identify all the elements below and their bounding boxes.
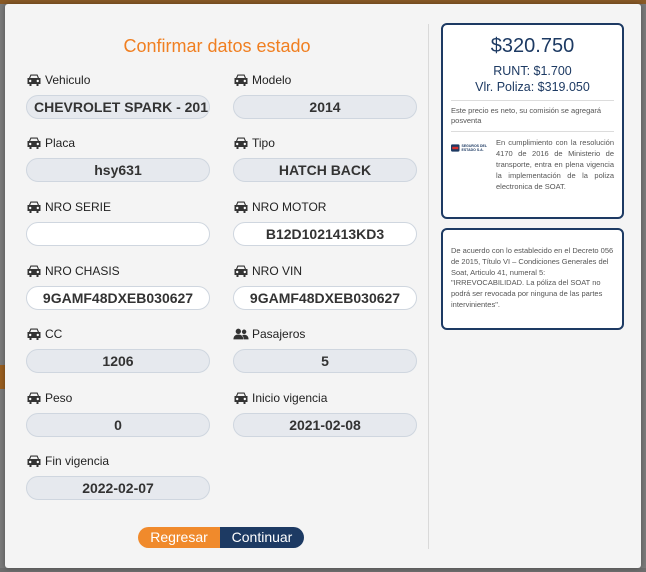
total-price: $320.750 (490, 35, 575, 57)
car-icon (27, 392, 41, 404)
action-buttons: Regresar Continuar (138, 527, 304, 548)
field-peso: Peso 0 (26, 390, 210, 437)
fin-vigencia-input[interactable]: 2022-02-07 (26, 476, 210, 500)
car-icon (234, 137, 248, 149)
modal-title: Confirmar datos estado (123, 36, 311, 56)
field-vehiculo: Vehiculo CHEVROLET SPARK - 201 (26, 72, 210, 119)
field-modelo: Modelo 2014 (233, 72, 417, 119)
car-icon (234, 201, 248, 213)
field-label: NRO MOTOR (252, 200, 327, 214)
field-label: Tipo (252, 136, 275, 150)
car-icon (27, 201, 41, 213)
field-inicio-vigencia: Inicio vigencia 2021-02-08 (233, 390, 417, 437)
field-nro-chasis: NRO CHASIS 9GAMF48DXEB030627 (26, 263, 210, 310)
background-bottom (0, 568, 646, 572)
field-placa: Placa hsy631 (26, 135, 210, 182)
modelo-input[interactable]: 2014 (233, 95, 417, 119)
continuar-button[interactable]: Continuar (220, 527, 304, 548)
pane-divider (428, 24, 429, 549)
field-label: Pasajeros (252, 327, 306, 341)
legal-notice-text: De acuerdo con lo establecido en el Decr… (451, 246, 614, 309)
inicio-vigencia-input[interactable]: 2021-02-08 (233, 413, 417, 437)
placa-input[interactable]: hsy631 (26, 158, 210, 182)
field-nro-serie: NRO SERIE (26, 199, 210, 246)
field-label: Vehiculo (45, 73, 91, 87)
car-icon (27, 455, 41, 467)
tipo-input[interactable]: HATCH BACK (233, 158, 417, 182)
price-summary-card: $320.750 RUNT: $1.700 Vlr. Poliza: $319.… (441, 23, 624, 219)
car-icon (27, 74, 41, 86)
confirm-data-modal: Confirmar datos estado Vehiculo CHEVROLE… (5, 4, 641, 568)
field-fin-vigencia: Fin vigencia 2022-02-07 (26, 453, 210, 500)
poliza-amount: Vlr. Poliza: $319.050 (475, 80, 590, 94)
field-label: CC (45, 327, 63, 341)
car-icon (234, 265, 248, 277)
car-icon (27, 137, 41, 149)
peso-input[interactable]: 0 (26, 413, 210, 437)
field-pasajeros: Pasajeros 5 (233, 326, 417, 373)
car-icon (27, 328, 41, 340)
field-label: Peso (45, 391, 73, 405)
nro-serie-input[interactable] (26, 222, 210, 246)
net-price-note: Este precio es neto, su comisión se agre… (451, 106, 602, 125)
field-label: NRO CHASIS (45, 264, 120, 278)
field-nro-vin: NRO VIN 9GAMF48DXEB030627 (233, 263, 417, 310)
seguros-estado-logo: SEGUROS DEL ESTADO S.A. (451, 141, 491, 155)
nro-chasis-input[interactable]: 9GAMF48DXEB030627 (26, 286, 210, 310)
regulation-block: SEGUROS DEL ESTADO S.A. En cumplimiento … (443, 132, 622, 192)
cc-input[interactable]: 1206 (26, 349, 210, 373)
field-label: Modelo (252, 73, 292, 87)
car-icon (234, 392, 248, 404)
nro-vin-input[interactable]: 9GAMF48DXEB030627 (233, 286, 417, 310)
field-label: Fin vigencia (45, 454, 110, 468)
people-icon (233, 328, 249, 340)
car-icon (234, 74, 248, 86)
legal-notice-card: De acuerdo con lo establecido en el Decr… (441, 228, 624, 330)
field-label: Placa (45, 136, 76, 150)
regulation-text: En cumplimiento con la resolución 4170 d… (496, 138, 614, 191)
field-label: Inicio vigencia (252, 391, 328, 405)
nro-motor-input[interactable]: B12D1021413KD3 (233, 222, 417, 246)
regresar-button[interactable]: Regresar (138, 527, 220, 548)
field-cc: CC 1206 (26, 326, 210, 373)
vehiculo-input[interactable]: CHEVROLET SPARK - 201 (26, 95, 210, 119)
runt-amount: RUNT: $1.700 (493, 64, 572, 78)
field-label: NRO SERIE (45, 200, 112, 214)
pasajeros-input[interactable]: 5 (233, 349, 417, 373)
field-tipo: Tipo HATCH BACK (233, 135, 417, 182)
field-label: NRO VIN (252, 264, 303, 278)
vehicle-form: Confirmar datos estado Vehiculo CHEVROLE… (5, 4, 429, 568)
field-nro-motor: NRO MOTOR B12D1021413KD3 (233, 199, 417, 246)
car-icon (27, 265, 41, 277)
shield-logo-icon (451, 144, 460, 152)
